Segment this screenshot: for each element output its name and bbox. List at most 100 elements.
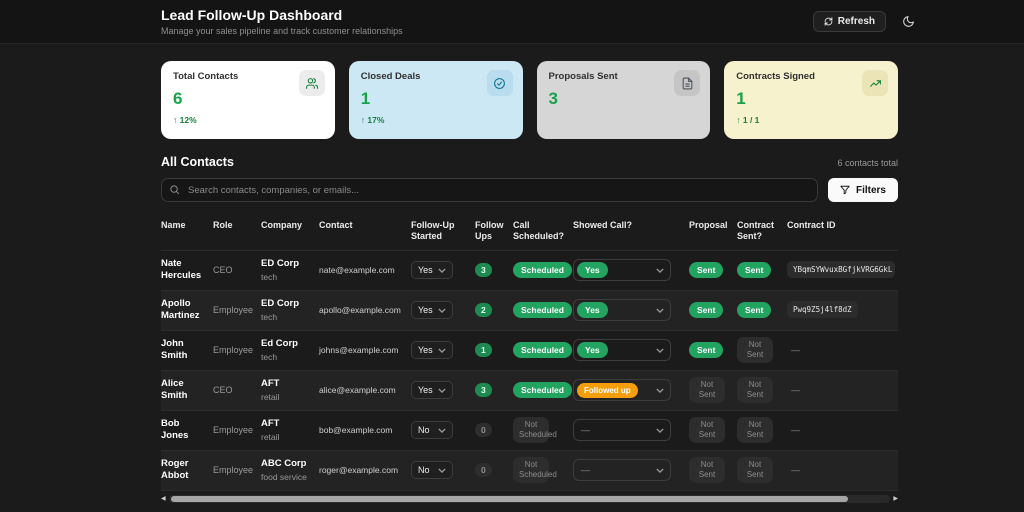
showed-call-select[interactable]: — <box>573 459 671 481</box>
table-row: Apollo Martinez Employee ED Corp tech ap… <box>161 290 898 331</box>
company-industry: food service <box>261 471 307 482</box>
chevron-down-icon <box>656 347 664 353</box>
contact-name: Bob Jones <box>161 418 189 441</box>
col-header-showed-call: Showed Call? <box>573 220 633 230</box>
chevron-down-icon <box>656 267 664 273</box>
col-header-name: Name <box>161 220 186 230</box>
call-scheduled-badge: Not Scheduled <box>513 417 557 443</box>
contact-role: Employee <box>213 305 254 315</box>
col-header-contract-id: Contract ID <box>787 220 836 230</box>
contact-company: Ed Corp tech <box>261 338 315 362</box>
showed-call-value: — <box>581 425 590 435</box>
scrollbar-thumb[interactable] <box>170 495 849 502</box>
filters-button[interactable]: Filters <box>827 178 898 202</box>
proposal-badge: Sent <box>689 262 724 278</box>
col-header-contact: Contact <box>319 220 353 230</box>
followups-count-badge: 3 <box>475 383 492 397</box>
contacts-table: Name Role Company Contact Follow-Up Star… <box>161 214 898 491</box>
chevron-down-icon <box>656 467 664 473</box>
followups-count-badge: 2 <box>475 303 492 317</box>
table-row: Nate Hercules CEO ED Corp tech nate@exam… <box>161 251 898 291</box>
chevron-down-icon <box>438 267 446 273</box>
followup-started-select[interactable]: Yes <box>411 381 453 399</box>
call-scheduled-badge: Scheduled <box>513 302 572 318</box>
table-row: Alice Smith CEO AFT retail alice@example… <box>161 370 898 411</box>
contact-email: roger@example.com <box>319 465 399 475</box>
stat-cards: Total Contacts 6 ↑ 12% Closed Deals 1 ↑ … <box>161 61 898 139</box>
theme-toggle-button[interactable] <box>896 9 920 33</box>
table-header-row: Name Role Company Contact Follow-Up Star… <box>161 214 898 251</box>
followup-started-select[interactable]: Yes <box>411 261 453 279</box>
showed-call-select[interactable]: Yes <box>573 339 671 361</box>
chevron-down-icon <box>438 347 446 353</box>
showed-call-select[interactable]: Yes <box>573 299 671 321</box>
followup-started-select[interactable]: Yes <box>411 341 453 359</box>
company-industry: tech <box>261 271 278 282</box>
followup-started-value: Yes <box>418 385 433 395</box>
scroll-right-icon[interactable]: ▶ <box>893 496 898 502</box>
col-header-role: Role <box>213 220 233 230</box>
contact-email: alice@example.com <box>319 385 396 395</box>
showed-call-select[interactable]: — <box>573 419 671 441</box>
company-industry: retail <box>261 431 280 442</box>
stat-card-closed-deals: Closed Deals 1 ↑ 17% <box>348 61 523 139</box>
table-row: John Smith Employee Ed Corp tech johns@e… <box>161 331 898 371</box>
col-header-contract-sent: Contract Sent? <box>737 220 775 242</box>
contact-name: Roger Abbot <box>161 458 189 481</box>
followup-started-value: Yes <box>418 305 433 315</box>
contacts-count: 6 contacts total <box>837 158 898 168</box>
users-icon <box>298 70 325 96</box>
trend-up-icon <box>862 70 888 96</box>
scroll-left-icon[interactable]: ◀ <box>161 496 166 502</box>
refresh-button[interactable]: Refresh <box>812 10 886 32</box>
showed-call-value: Yes <box>577 302 608 318</box>
followup-started-value: No <box>418 465 430 475</box>
scrollbar-track[interactable] <box>168 494 891 503</box>
stat-card-proposals-sent: Proposals Sent 3 <box>536 61 711 139</box>
followup-started-select[interactable]: No <box>411 461 453 479</box>
call-scheduled-badge: Scheduled <box>513 342 572 358</box>
company-industry: tech <box>261 311 278 322</box>
contract-id: — <box>791 425 800 435</box>
topbar-actions: Refresh <box>812 9 920 33</box>
stat-card-total-contacts: Total Contacts 6 ↑ 12% <box>161 61 335 139</box>
stat-delta: ↑ 1 / 1 <box>736 115 760 125</box>
contact-company: AFT retail <box>261 378 315 402</box>
search-input[interactable] <box>161 178 818 202</box>
stat-delta: ↑ 17% <box>360 115 385 125</box>
chevron-down-icon <box>438 307 446 313</box>
chevron-down-icon <box>656 427 664 433</box>
call-scheduled-badge: Scheduled <box>513 262 572 278</box>
chevron-down-icon <box>438 467 446 473</box>
stat-card-contracts-signed: Contracts Signed 1 ↑ 1 / 1 <box>724 61 898 139</box>
contact-name: John Smith <box>161 338 188 361</box>
search-box <box>161 178 818 202</box>
filter-icon <box>840 185 850 195</box>
chevron-down-icon <box>438 387 446 393</box>
check-circle-icon <box>486 70 513 96</box>
contract-sent-badge: Not Sent <box>737 417 773 443</box>
showed-call-value: Followed up <box>577 382 638 398</box>
showed-call-select[interactable]: Yes <box>573 259 671 281</box>
proposal-badge: Sent <box>689 342 724 358</box>
followup-started-select[interactable]: Yes <box>411 301 453 319</box>
company-industry: tech <box>261 351 278 362</box>
chevron-down-icon <box>438 427 446 433</box>
followups-count-badge: 0 <box>475 423 492 437</box>
contact-name: Nate Hercules <box>161 258 202 281</box>
followup-started-select[interactable]: No <box>411 421 453 439</box>
contact-email: johns@example.com <box>319 345 399 355</box>
followups-count-badge: 3 <box>475 263 492 277</box>
contact-email: nate@example.com <box>319 265 395 275</box>
contact-role: Employee <box>213 465 254 475</box>
filters-label: Filters <box>855 184 886 196</box>
stat-delta: ↑ 12% <box>173 115 197 125</box>
company-industry: retail <box>261 391 280 402</box>
company-name: AFT <box>261 418 280 430</box>
contact-company: AFT retail <box>261 418 315 442</box>
search-row: Filters <box>161 178 898 202</box>
showed-call-select[interactable]: Followed up <box>573 379 671 401</box>
showed-call-value: — <box>581 465 590 475</box>
call-scheduled-badge: Not Scheduled <box>513 457 557 483</box>
top-bar: Lead Follow-Up Dashboard Manage your sal… <box>0 0 1024 44</box>
